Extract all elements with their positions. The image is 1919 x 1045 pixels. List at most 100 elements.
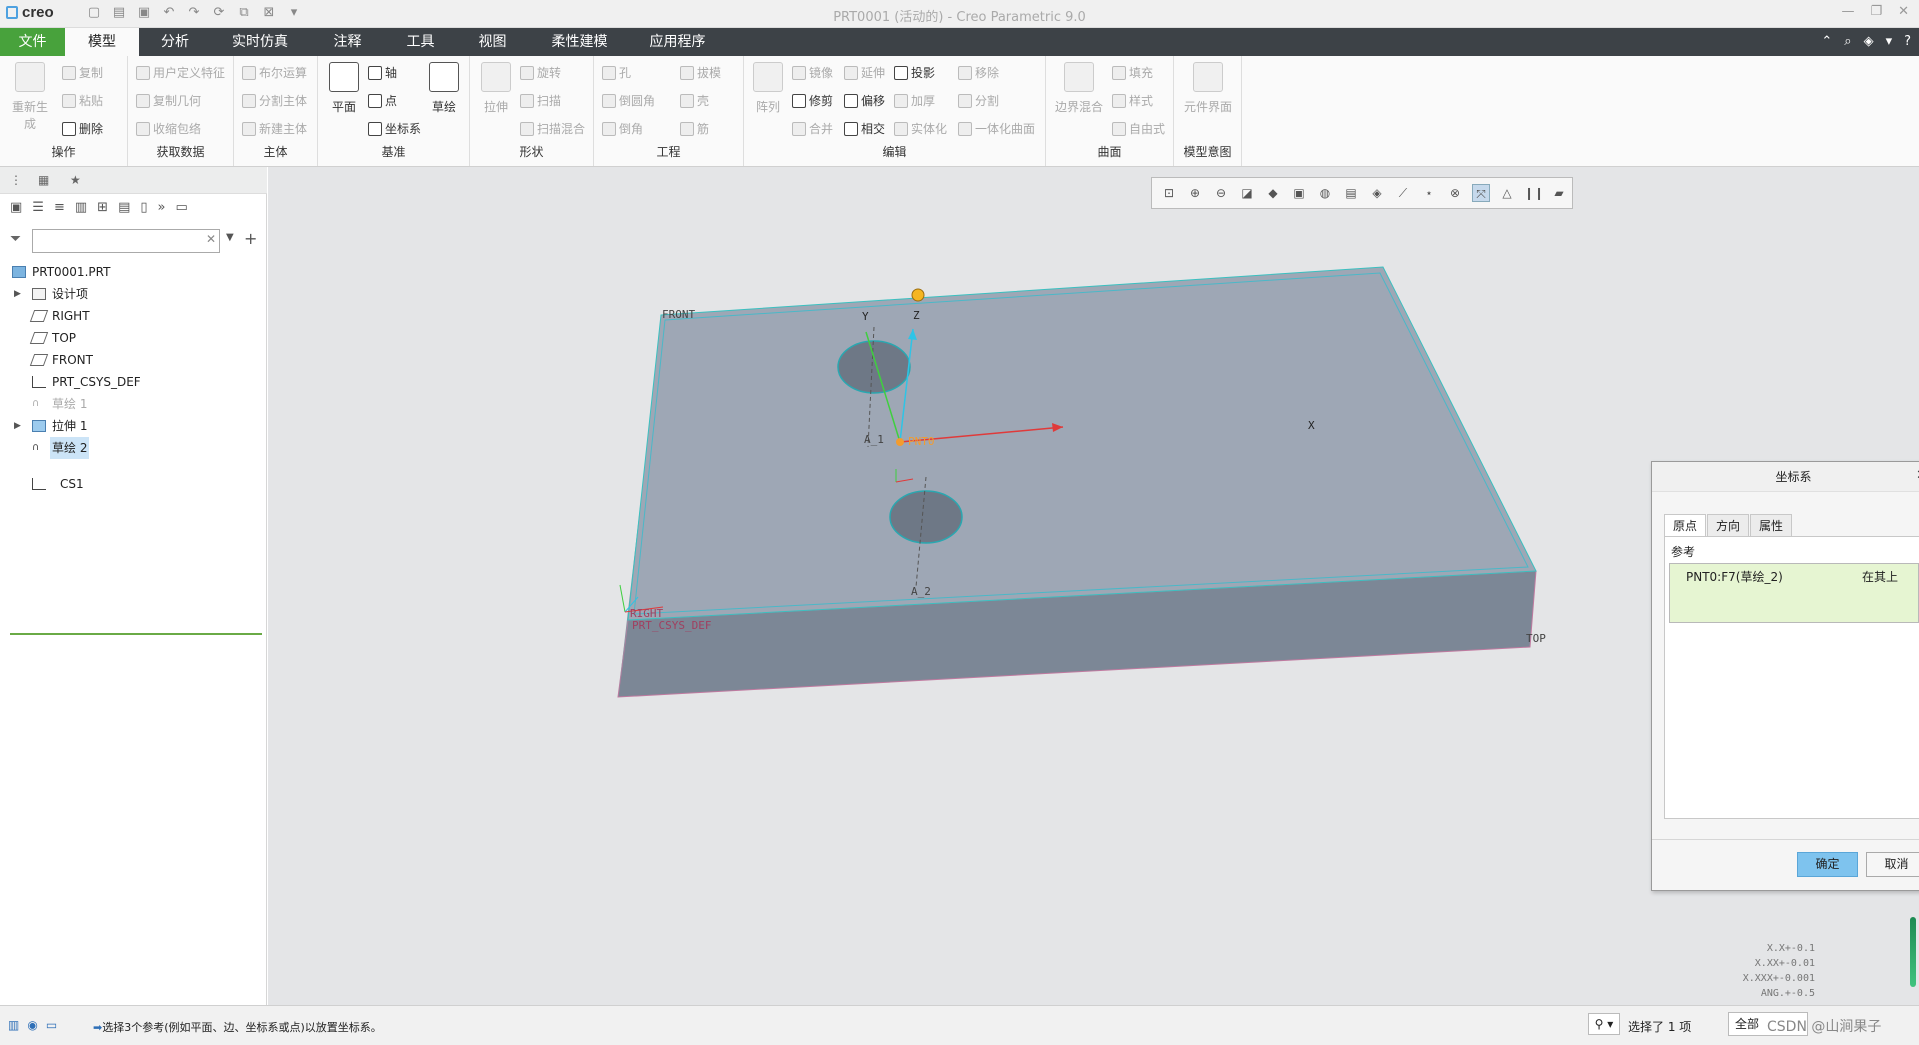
draft-button[interactable]: 拔模 [680,64,721,81]
tree-item-design-items[interactable]: ▶ 设计项 [0,283,267,305]
hole-1[interactable] [837,340,911,394]
favorites-tab-icon[interactable]: ★ [70,173,86,187]
annotation-display-icon[interactable]: ⋆ [1420,184,1438,202]
zoom-out-icon[interactable]: ⊖ [1212,184,1230,202]
reference-constraint[interactable]: 在其上 [1862,568,1898,585]
list-icon[interactable]: ☰ [32,200,44,223]
tree-filter-icon[interactable]: ⊞ [97,200,108,223]
offset-button[interactable]: 偏移 [844,92,885,109]
detail-list-icon[interactable]: ≡ [54,200,65,223]
expand-icon[interactable]: ▶ [14,283,24,305]
group-label-surfaces[interactable]: 曲面 [1046,143,1173,160]
drag-handle[interactable] [911,288,925,302]
delete-button[interactable]: 删除 [62,120,103,137]
hole-button[interactable]: 孔 [602,64,631,81]
search-icon[interactable]: ⌕ [1844,34,1851,49]
project-button[interactable]: 投影 [894,64,935,81]
spin-center-icon[interactable]: ⊗ [1446,184,1464,202]
remove-button[interactable]: 移除 [958,64,999,81]
tab-applications[interactable]: 应用程序 [640,28,715,56]
settings-icon[interactable]: ▤ [118,200,130,223]
clear-search-icon[interactable]: ✕ [206,232,216,246]
split-body-button[interactable]: 分割主体 [242,92,307,109]
unify-surfaces-button[interactable]: 一体化曲面 [958,120,1035,137]
rib-button[interactable]: 筋 [680,120,709,137]
shading-icon[interactable]: ◆ [1264,184,1282,202]
repaint-icon[interactable]: ◪ [1238,184,1256,202]
restore-icon[interactable]: ❐ [1870,4,1882,19]
help-dropdown-icon[interactable]: ▾ [1886,34,1893,49]
new-body-button[interactable]: 新建主体 [242,120,307,137]
tab-flexible-modeling[interactable]: 柔性建模 [537,28,622,56]
tab-origin[interactable]: 原点 [1664,514,1707,536]
dialog-title[interactable]: 坐标系 [1652,462,1919,492]
model-tree-tab-icon[interactable]: ⋮ [10,173,26,187]
shrinkwrap-button[interactable]: 收缩包络 [136,120,201,137]
intersect-button[interactable]: 相交 [844,120,885,137]
csys-button[interactable]: 坐标系 [368,120,421,137]
help-icon[interactable]: ? [1904,34,1911,49]
tab-model[interactable]: 模型 [65,28,139,57]
round-button[interactable]: 倒圆角 [602,92,655,109]
tree-item-csys-def[interactable]: PRT_CSYS_DEF [0,371,267,393]
tree-item-part[interactable]: PRT0001.PRT [0,261,267,283]
pnt0-marker[interactable] [896,438,904,446]
collapse-ribbon-icon[interactable]: ⌃ [1821,34,1832,49]
tab-view[interactable]: 视图 [465,28,520,56]
chamfer-button[interactable]: 倒角 [602,120,643,137]
tree-item-sketch-2[interactable]: ∩ 草绘 2 [0,437,267,459]
extend-button[interactable]: 延伸 [844,64,885,81]
tree-item-top[interactable]: TOP [0,327,267,349]
group-label-datum[interactable]: 基准 [318,143,469,160]
pattern-button[interactable]: 阵列 [748,62,788,115]
zoom-in-icon[interactable]: ⊕ [1186,184,1204,202]
perspective-icon[interactable]: ◈ [1368,184,1386,202]
toggle-navigator-icon[interactable]: ▥ [8,1018,19,1032]
swept-blend-button[interactable]: 扫描混合 [520,120,585,137]
find-button[interactable]: ⚲ ▾ [1588,1013,1620,1035]
tab-annotate[interactable]: 注释 [320,28,375,56]
columns-icon[interactable]: ▥ [75,200,87,223]
browser-icon[interactable]: ◉ [27,1018,37,1032]
appearance-icon[interactable]: △ [1498,184,1516,202]
tab-orientation[interactable]: 方向 [1707,514,1750,536]
group-label-editing[interactable]: 编辑 [744,143,1045,160]
regenerate-button[interactable]: 重新生成 [10,62,50,132]
group-label-body[interactable]: 主体 [234,143,317,160]
cancel-button[interactable]: 取消 [1866,852,1919,877]
tab-analysis[interactable]: 分析 [145,28,205,56]
cube-icon[interactable]: ▣ [10,200,22,223]
tab-live-simulation[interactable]: 实时仿真 [215,28,305,56]
csys-display-icon[interactable]: ⤧ [1472,184,1490,202]
pause-icon[interactable]: ❙❙ [1524,184,1544,202]
tree-search-input[interactable] [32,229,220,253]
mirror-button[interactable]: 镜像 [792,64,833,81]
expand-icon[interactable]: ▶ [14,415,24,437]
view-manager-icon[interactable]: ◍ [1316,184,1334,202]
split-button[interactable]: 分割 [958,92,999,109]
trim-button[interactable]: 修剪 [792,92,833,109]
more-icon[interactable]: » [158,200,166,223]
community-icon[interactable]: ◈ [1864,34,1874,49]
copy-button[interactable]: 复制 [62,64,103,81]
tab-tools[interactable]: 工具 [393,28,448,56]
references-collector[interactable]: PNT0:F7(草绘_2) 在其上 [1669,563,1919,623]
ok-button[interactable]: 确定 [1797,852,1858,877]
group-label-engineering[interactable]: 工程 [594,143,743,160]
fill-button[interactable]: 填充 [1112,64,1153,81]
point-button[interactable]: 点 [368,92,397,109]
shell-button[interactable]: 壳 [680,92,709,109]
sweep-button[interactable]: 扫描 [520,92,561,109]
group-label-get-data[interactable]: 获取数据 [128,143,233,160]
group-label-operations[interactable]: 操作 [0,143,127,160]
display-datums-icon[interactable]: ⟋ [1394,184,1412,202]
sketch-button[interactable]: 草绘 [424,62,464,115]
plane-button[interactable]: 平面 [324,62,364,115]
tree-item-sketch-1[interactable]: ∩ 草绘 1 [0,393,267,415]
axis-button[interactable]: 轴 [368,64,397,81]
close-icon[interactable]: ✕ [1898,4,1909,19]
thicken-button[interactable]: 加厚 [894,92,935,109]
hole-2[interactable] [889,490,963,544]
tree-item-front[interactable]: FRONT [0,349,267,371]
copy-geometry-button[interactable]: 复制几何 [136,92,201,109]
